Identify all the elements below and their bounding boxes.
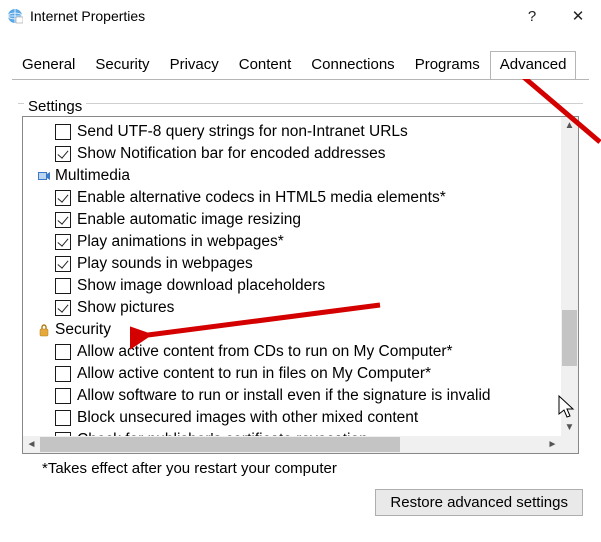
setting-label[interactable]: Show Notification bar for encoded addres… xyxy=(77,145,385,163)
chevron-right-icon: ► xyxy=(548,439,558,450)
tree-row: Enable automatic image resizing xyxy=(37,209,561,231)
checkbox[interactable] xyxy=(55,344,71,360)
hscroll-track[interactable] xyxy=(40,436,544,453)
tree-row: Play animations in webpages* xyxy=(37,231,561,253)
tree-row: Allow software to run or install even if… xyxy=(37,385,561,407)
tab-advanced[interactable]: Advanced xyxy=(490,51,577,79)
checkbox[interactable] xyxy=(55,278,71,294)
hscroll-thumb[interactable] xyxy=(40,437,400,452)
tab-general[interactable]: General xyxy=(12,51,85,79)
group-label-settings: Settings xyxy=(24,98,86,115)
checkbox[interactable] xyxy=(55,212,71,228)
chevron-up-icon: ▲ xyxy=(565,120,575,131)
checkbox[interactable] xyxy=(55,388,71,404)
checkbox[interactable] xyxy=(55,410,71,426)
restore-advanced-settings-button[interactable]: Restore advanced settings xyxy=(375,489,583,516)
horizontal-scrollbar[interactable]: ◄ ► xyxy=(23,436,561,453)
category-label: Security xyxy=(55,321,111,339)
tree-row: Check for publisher's certificate revoca… xyxy=(37,429,561,436)
tree-row: Show Notification bar for encoded addres… xyxy=(37,143,561,165)
checkbox[interactable] xyxy=(55,300,71,316)
tree-row: Allow active content to run in files on … xyxy=(37,363,561,385)
chevron-down-icon: ▼ xyxy=(565,422,575,433)
checkbox[interactable] xyxy=(55,146,71,162)
tab-programs[interactable]: Programs xyxy=(405,51,490,79)
tree-row: Enable alternative codecs in HTML5 media… xyxy=(37,187,561,209)
tab-label: Content xyxy=(239,56,292,73)
lock-icon xyxy=(37,323,51,337)
setting-label[interactable]: Enable alternative codecs in HTML5 media… xyxy=(77,189,446,207)
tab-label: Programs xyxy=(415,56,480,73)
help-button[interactable]: ? xyxy=(509,0,555,32)
scroll-corner xyxy=(561,436,578,453)
category-label: Multimedia xyxy=(55,167,130,185)
setting-label[interactable]: Play sounds in webpages xyxy=(77,255,253,273)
settings-tree: Send UTF-8 query strings for non-Intrane… xyxy=(22,116,579,454)
vscroll-thumb[interactable] xyxy=(562,310,577,366)
settings-tree-viewport: Send UTF-8 query strings for non-Intrane… xyxy=(23,117,561,436)
checkbox[interactable] xyxy=(55,234,71,250)
setting-label[interactable]: Send UTF-8 query strings for non-Intrane… xyxy=(77,123,408,141)
scroll-down-button[interactable]: ▼ xyxy=(561,419,578,436)
tab-label: Security xyxy=(95,56,149,73)
tab-label: General xyxy=(22,56,75,73)
tree-row: Allow active content from CDs to run on … xyxy=(37,341,561,363)
close-button[interactable]: ✕ xyxy=(555,0,601,32)
close-icon: ✕ xyxy=(572,7,585,25)
checkbox[interactable] xyxy=(55,366,71,382)
tree-row: Send UTF-8 query strings for non-Intrane… xyxy=(37,121,561,143)
tab-connections[interactable]: Connections xyxy=(301,51,404,79)
titlebar: Internet Properties ? ✕ xyxy=(0,0,601,32)
checkbox[interactable] xyxy=(55,124,71,140)
scroll-up-button[interactable]: ▲ xyxy=(561,117,578,134)
setting-label[interactable]: Allow active content to run in files on … xyxy=(77,365,431,383)
setting-label[interactable]: Allow active content from CDs to run on … xyxy=(77,343,453,361)
tree-row: Block unsecured images with other mixed … xyxy=(37,407,561,429)
tree-row: Play sounds in webpages xyxy=(37,253,561,275)
tab-security[interactable]: Security xyxy=(85,51,159,79)
tab-label: Privacy xyxy=(170,56,219,73)
tab-label: Advanced xyxy=(500,56,567,73)
button-label: Restore advanced settings xyxy=(390,494,568,511)
setting-label[interactable]: Allow software to run or install even if… xyxy=(77,387,491,405)
tab-content[interactable]: Content xyxy=(229,51,302,79)
restart-footnote: *Takes effect after you restart your com… xyxy=(42,460,583,477)
setting-label[interactable]: Show image download placeholders xyxy=(77,277,325,295)
tree-row: Show image download placeholders xyxy=(37,275,561,297)
setting-label[interactable]: Show pictures xyxy=(77,299,174,317)
window-title: Internet Properties xyxy=(30,8,145,24)
setting-label[interactable]: Play animations in webpages* xyxy=(77,233,284,251)
checkbox[interactable] xyxy=(55,256,71,272)
multimedia-icon xyxy=(37,169,51,183)
app-icon xyxy=(6,7,24,25)
tree-row: Show pictures xyxy=(37,297,561,319)
tree-row: Security xyxy=(37,319,561,341)
help-glyph: ? xyxy=(528,8,536,25)
setting-label[interactable]: Enable automatic image resizing xyxy=(77,211,301,229)
vscroll-track[interactable] xyxy=(561,134,578,419)
tab-privacy[interactable]: Privacy xyxy=(160,51,229,79)
setting-label[interactable]: Block unsecured images with other mixed … xyxy=(77,409,418,427)
vertical-scrollbar[interactable]: ▲ ▼ xyxy=(561,117,578,436)
chevron-left-icon: ◄ xyxy=(27,439,37,450)
tab-label: Connections xyxy=(311,56,394,73)
tree-row: Multimedia xyxy=(37,165,561,187)
scroll-right-button[interactable]: ► xyxy=(544,439,561,450)
scroll-left-button[interactable]: ◄ xyxy=(23,439,40,450)
checkbox[interactable] xyxy=(55,190,71,206)
tab-strip: General Security Privacy Content Connect… xyxy=(12,50,589,79)
